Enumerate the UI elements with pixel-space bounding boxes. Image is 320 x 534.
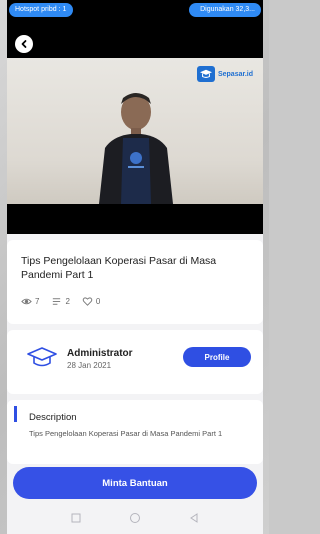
android-nav-bar xyxy=(7,506,263,534)
data-usage-pill: Digunakan 32,3... xyxy=(189,3,261,17)
mortarboard-logo-icon xyxy=(196,66,215,82)
video-player[interactable]: Sepasar.id xyxy=(7,26,263,234)
recent-apps-button[interactable] xyxy=(70,511,82,529)
description-accent-bar xyxy=(14,406,17,422)
hotspot-status-pill: Hotspot pribd : 1 xyxy=(9,3,73,17)
system-back-button[interactable] xyxy=(188,511,200,529)
back-arrow-icon xyxy=(21,40,27,48)
description-heading: Description xyxy=(29,412,77,423)
video-title: Tips Pengelolaan Koperasi Pasar di Masa … xyxy=(21,255,217,281)
likes-stat[interactable]: 0 xyxy=(82,296,100,307)
author-name: Administrator xyxy=(67,348,133,359)
phone-screen: Hotspot pribd : 1 Digunakan 32,3... Sepa… xyxy=(7,0,263,534)
circle-icon xyxy=(129,513,140,523)
presenter-figure xyxy=(99,93,173,204)
description-text: Tips Pengelolaan Koperasi Pasar di Masa … xyxy=(29,429,223,438)
content-stats: 7 2 0 xyxy=(21,296,112,307)
profile-button[interactable]: Profile xyxy=(183,347,251,367)
author-card: Administrator 28 Jan 2021 Profile xyxy=(7,330,263,394)
comment-icon xyxy=(53,298,61,305)
video-frame: Sepasar.id xyxy=(7,58,263,204)
description-card: Description Tips Pengelolaan Koperasi Pa… xyxy=(7,400,263,464)
ask-help-button[interactable]: Minta Bantuan xyxy=(13,467,257,499)
back-button[interactable] xyxy=(15,35,33,53)
brand-watermark: Sepasar.id xyxy=(196,66,253,82)
brand-text: Sepasar.id xyxy=(217,70,253,78)
comments-count: 2 xyxy=(65,297,70,306)
square-icon xyxy=(71,513,81,523)
eye-icon xyxy=(21,298,32,305)
status-bar: Hotspot pribd : 1 Digunakan 32,3... xyxy=(7,0,263,26)
heart-icon xyxy=(82,297,93,306)
content-info-card: Tips Pengelolaan Koperasi Pasar di Masa … xyxy=(7,240,263,324)
triangle-back-icon xyxy=(189,513,198,523)
views-stat: 7 xyxy=(21,296,39,307)
comments-stat: 2 xyxy=(51,296,70,307)
views-count: 7 xyxy=(35,297,40,306)
likes-count: 0 xyxy=(95,297,101,306)
graduation-cap-icon xyxy=(27,347,57,367)
home-button[interactable] xyxy=(129,511,141,529)
publish-date: 28 Jan 2021 xyxy=(67,361,112,370)
